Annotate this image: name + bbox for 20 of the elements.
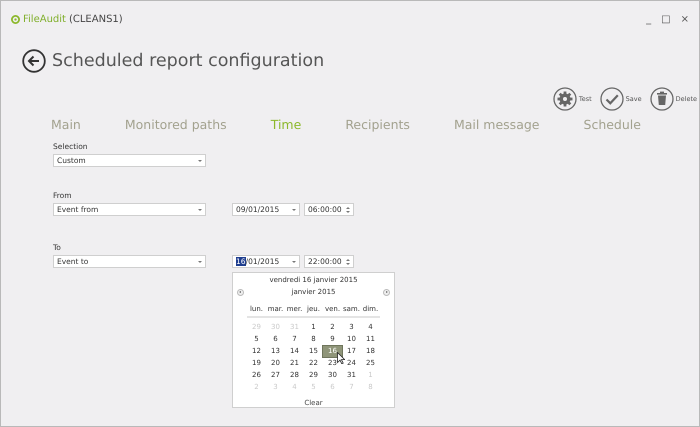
next-month-button[interactable]	[383, 288, 390, 296]
window-control-button[interactable]: ×	[678, 14, 691, 24]
caret-icon	[198, 208, 202, 210]
spinner-arrows-icon	[346, 206, 350, 212]
caret-icon	[198, 260, 202, 262]
window-control-button[interactable]: _	[644, 14, 654, 24]
check-icon	[600, 87, 624, 111]
spinner-arrows-icon	[346, 258, 350, 264]
caret-icon	[198, 160, 202, 162]
window-control-button[interactable]: □	[659, 14, 673, 24]
trash-icon	[650, 87, 674, 111]
gear-icon	[552, 87, 577, 111]
caret-icon	[292, 208, 296, 210]
page-title: Scheduled report configuration	[52, 51, 324, 71]
logo-icon	[11, 14, 20, 24]
app-name: FileAudit	[23, 14, 66, 24]
mouse-pointer-icon	[337, 352, 345, 364]
server-name: (CLEANS1)	[68, 14, 123, 24]
caret-icon	[292, 260, 296, 262]
previous-month-button[interactable]	[236, 288, 244, 296]
